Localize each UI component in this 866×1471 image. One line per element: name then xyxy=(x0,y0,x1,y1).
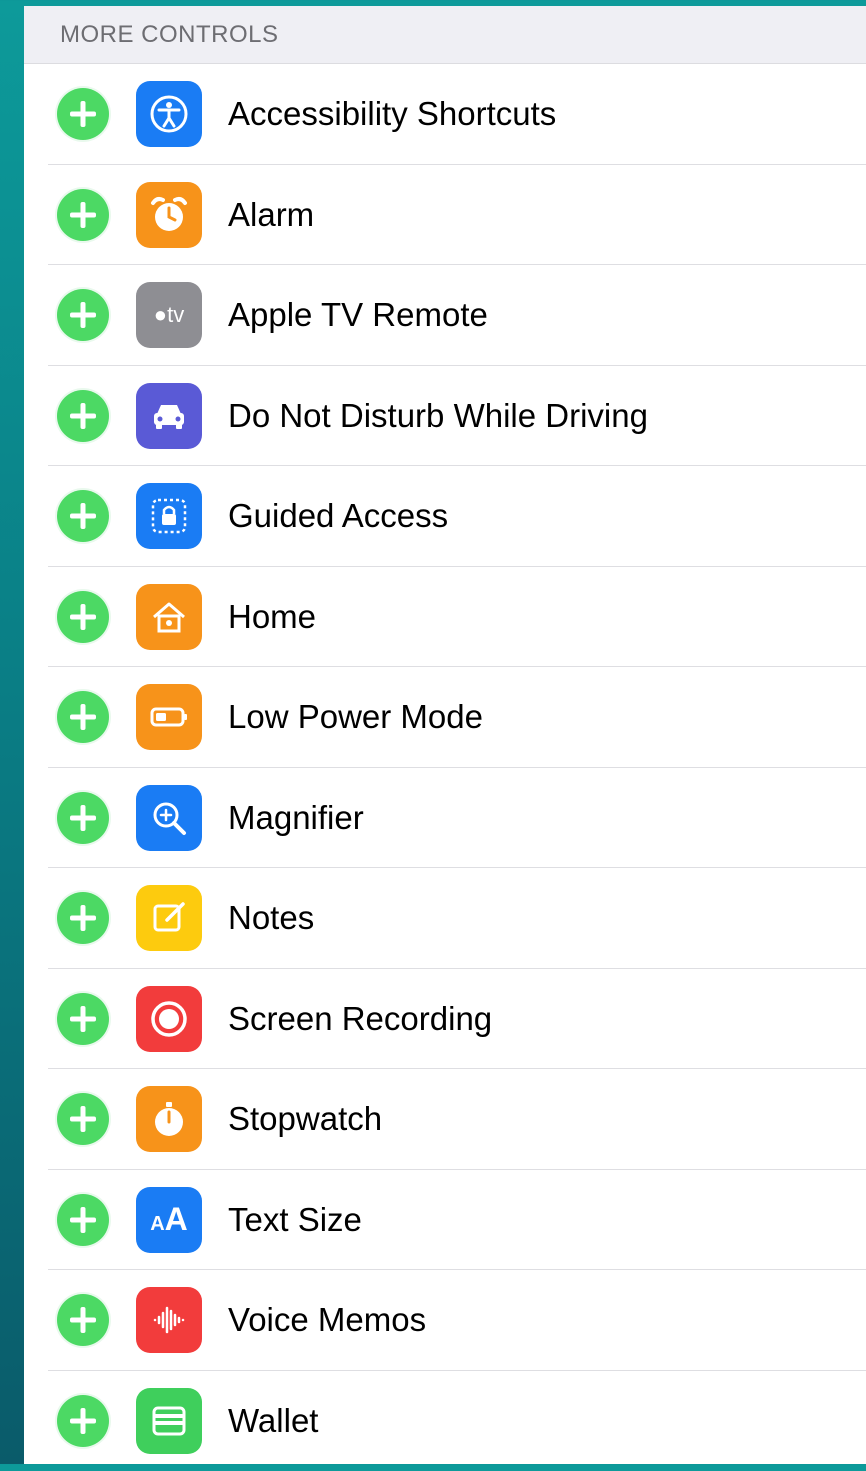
list-item-magnifier: Magnifier xyxy=(24,768,866,869)
control-label: Guided Access xyxy=(228,497,448,535)
control-label: Magnifier xyxy=(228,799,364,837)
list-item-screen-recording: Screen Recording xyxy=(24,969,866,1070)
text-size-icon: AA xyxy=(136,1187,202,1253)
controls-list: Accessibility Shortcuts Alarm ●tv Apple … xyxy=(24,64,866,1471)
control-label: Do Not Disturb While Driving xyxy=(228,397,648,435)
apple-tv-icon-text: tv xyxy=(167,302,184,327)
add-button[interactable] xyxy=(57,1395,109,1447)
magnifier-icon xyxy=(136,785,202,851)
accessibility-icon xyxy=(136,81,202,147)
battery-icon xyxy=(136,684,202,750)
list-item-notes: Notes xyxy=(24,868,866,969)
control-label: Notes xyxy=(228,899,314,937)
wallet-icon xyxy=(136,1388,202,1454)
add-button[interactable] xyxy=(57,189,109,241)
add-button[interactable] xyxy=(57,792,109,844)
add-button[interactable] xyxy=(57,691,109,743)
list-item-voice-memos: Voice Memos xyxy=(24,1270,866,1371)
add-button[interactable] xyxy=(57,1294,109,1346)
control-label: Wallet xyxy=(228,1402,318,1440)
list-item-low-power-mode: Low Power Mode xyxy=(24,667,866,768)
add-button[interactable] xyxy=(57,892,109,944)
more-controls-panel: MORE CONTROLS Accessibility Shortcuts Al… xyxy=(24,6,866,1464)
stopwatch-icon xyxy=(136,1086,202,1152)
list-item-do-not-disturb-while-driving: Do Not Disturb While Driving xyxy=(24,366,866,467)
control-label: Accessibility Shortcuts xyxy=(228,95,556,133)
home-icon xyxy=(136,584,202,650)
control-label: Apple TV Remote xyxy=(228,296,488,334)
text-size-small-a: A xyxy=(150,1213,164,1235)
control-label: Screen Recording xyxy=(228,1000,492,1038)
list-item-alarm: Alarm xyxy=(24,165,866,266)
list-item-wallet: Wallet xyxy=(24,1371,866,1471)
add-button[interactable] xyxy=(57,993,109,1045)
notes-icon xyxy=(136,885,202,951)
alarm-clock-icon xyxy=(136,182,202,248)
list-item-text-size: AA Text Size xyxy=(24,1170,866,1271)
add-button[interactable] xyxy=(57,1093,109,1145)
car-icon xyxy=(136,383,202,449)
add-button[interactable] xyxy=(57,1194,109,1246)
control-label: Alarm xyxy=(228,196,314,234)
section-header: MORE CONTROLS xyxy=(24,6,866,64)
lock-icon xyxy=(136,483,202,549)
control-label: Text Size xyxy=(228,1201,362,1239)
section-title: MORE CONTROLS xyxy=(60,21,279,49)
add-button[interactable] xyxy=(57,591,109,643)
text-size-large-a: A xyxy=(165,1201,188,1237)
list-item-accessibility-shortcuts: Accessibility Shortcuts xyxy=(24,64,866,165)
record-icon xyxy=(136,986,202,1052)
control-label: Home xyxy=(228,598,316,636)
control-label: Low Power Mode xyxy=(228,698,483,736)
add-button[interactable] xyxy=(57,289,109,341)
add-button[interactable] xyxy=(57,490,109,542)
list-item-apple-tv-remote: ●tv Apple TV Remote xyxy=(24,265,866,366)
control-label: Voice Memos xyxy=(228,1301,426,1339)
list-item-stopwatch: Stopwatch xyxy=(24,1069,866,1170)
list-item-home: Home xyxy=(24,567,866,668)
list-item-guided-access: Guided Access xyxy=(24,466,866,567)
add-button[interactable] xyxy=(57,390,109,442)
control-label: Stopwatch xyxy=(228,1100,382,1138)
waveform-icon xyxy=(136,1287,202,1353)
add-button[interactable] xyxy=(57,88,109,140)
apple-tv-icon: ●tv xyxy=(136,282,202,348)
